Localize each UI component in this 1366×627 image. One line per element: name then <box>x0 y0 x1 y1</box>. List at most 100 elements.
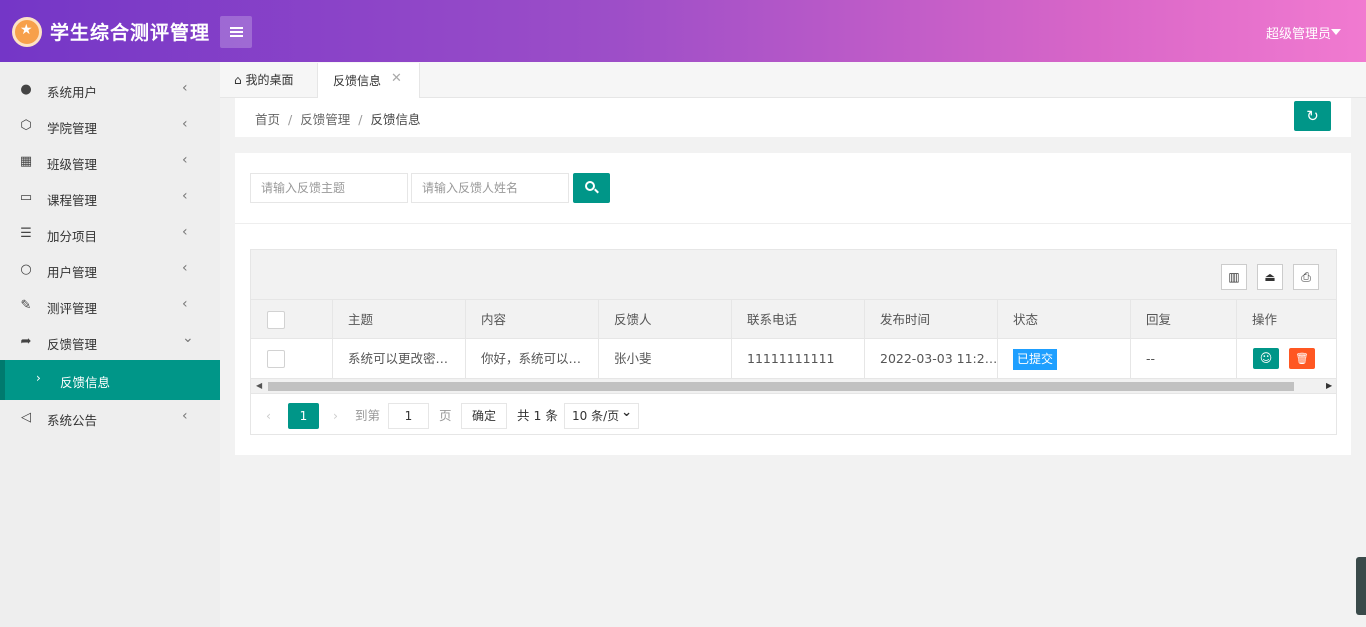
table-toolbar: ▥ ⏏ ⎙ <box>251 250 1336 300</box>
page-unit-label: 页 <box>439 408 452 423</box>
cell-status: 已提交 <box>997 339 1130 378</box>
active-indicator <box>0 360 5 400</box>
prev-page-icon[interactable]: ‹ <box>266 404 271 428</box>
sidebar-item-users[interactable]: ○ 用户管理 ‹ <box>0 252 220 288</box>
chevron-right-icon: › <box>36 371 41 385</box>
chevron-left-icon: ‹ <box>182 260 188 276</box>
print-icon[interactable]: ⎙ <box>1293 264 1319 290</box>
topic-search-input[interactable]: 请输入反馈主题 <box>250 173 408 203</box>
tab-feedback-info[interactable]: 反馈信息 ✕ <box>317 63 420 98</box>
breadcrumb-bar: 首页 / 反馈管理 / 反馈信息 ↻ <box>235 98 1351 137</box>
row-checkbox[interactable] <box>267 350 285 368</box>
sidebar-item-label: 学院管理 <box>47 121 98 136</box>
cell-topic: 系统可以更改密… <box>332 339 465 378</box>
column-header: 状态 <box>997 300 1130 339</box>
cell-actions: ☺ 🗑 <box>1236 339 1336 378</box>
sidebar-item-college[interactable]: ⬡ 学院管理 ‹ <box>0 108 220 144</box>
next-page-icon[interactable]: › <box>333 404 338 428</box>
cell-time: 2022-03-03 11:2… <box>864 339 997 378</box>
breadcrumb-separator: / <box>358 112 363 127</box>
horizontal-scrollbar[interactable]: ◀ ▶ <box>251 378 1336 393</box>
smile-icon: ☺ <box>1259 351 1273 365</box>
sidebar-subitem-feedback-info[interactable]: › 反馈信息 <box>0 360 220 400</box>
cell-reply: -- <box>1130 339 1236 378</box>
refresh-button[interactable]: ↻ <box>1294 101 1331 131</box>
reply-button[interactable]: ☺ <box>1253 348 1279 369</box>
scroll-right-icon[interactable]: ▶ <box>1326 381 1332 390</box>
search-button[interactable] <box>573 173 610 203</box>
breadcrumb-current: 反馈信息 <box>370 112 421 127</box>
chevron-left-icon: ‹ <box>182 116 188 132</box>
divider <box>235 223 1351 224</box>
edit-icon: ✎ <box>20 298 32 313</box>
page-current[interactable]: 1 <box>288 403 319 429</box>
status-badge: 已提交 <box>1013 349 1058 370</box>
chevron-left-icon: ‹ <box>182 296 188 312</box>
sidebar-item-system-users[interactable]: ● 系统用户 ‹ <box>0 72 220 108</box>
trash-icon: 🗑 <box>1295 352 1309 365</box>
app-title: 学生综合测评管理 <box>50 22 211 44</box>
name-search-input[interactable]: 请输入反馈人姓名 <box>411 173 569 203</box>
sidebar-item-bonus[interactable]: ☰ 加分项目 ‹ <box>0 216 220 252</box>
tab-home-label: 我的桌面 <box>245 73 294 87</box>
sidebar-item-feedback[interactable]: ➦ 反馈管理 ⌄ <box>0 324 220 360</box>
column-header: 操作 <box>1236 300 1336 339</box>
sidebar-item-evaluation[interactable]: ✎ 测评管理 ‹ <box>0 288 220 324</box>
side-widget[interactable] <box>1356 557 1366 615</box>
column-header: 内容 <box>465 300 598 339</box>
book-icon: ▭ <box>19 190 33 205</box>
column-header: 回复 <box>1130 300 1236 339</box>
menu-toggle-button[interactable] <box>220 16 252 48</box>
row-checkbox-cell <box>251 339 332 378</box>
grid-icon: ▦ <box>19 154 33 169</box>
sidebar-item-label: 用户管理 <box>47 265 98 280</box>
sidebar: ● 系统用户 ‹ ⬡ 学院管理 ‹ ▦ 班级管理 ‹ ▭ 课程管理 ‹ ☰ 加分… <box>0 62 220 627</box>
chevron-left-icon: ‹ <box>182 152 188 168</box>
export-icon[interactable]: ⏏ <box>1257 264 1283 290</box>
top-header: 学生综合测评管理 超级管理员 <box>0 0 1366 62</box>
column-header: 发布时间 <box>864 300 997 339</box>
page-confirm-button[interactable]: 确定 <box>461 403 507 429</box>
person-icon: ○ <box>20 262 32 277</box>
column-header: 联系电话 <box>731 300 864 339</box>
header-checkbox-cell <box>251 300 332 339</box>
columns-filter-icon[interactable]: ▥ <box>1221 264 1247 290</box>
column-header: 主题 <box>332 300 465 339</box>
cell-phone: 11111111111 <box>731 339 864 378</box>
select-all-checkbox[interactable] <box>267 311 285 329</box>
tab-home[interactable]: ⌂ 我的桌面 <box>234 71 293 88</box>
table-header: 主题 内容 反馈人 联系电话 发布时间 状态 回复 操作 <box>251 300 1336 339</box>
breadcrumb-section[interactable]: 反馈管理 <box>300 112 350 127</box>
delete-button[interactable]: 🗑 <box>1289 348 1315 369</box>
chevron-left-icon: ‹ <box>182 408 188 424</box>
close-icon[interactable]: ✕ <box>391 71 402 86</box>
page-size-select[interactable]: 10 条/页 <box>564 401 639 429</box>
chevron-left-icon: ‹ <box>182 188 188 204</box>
refresh-icon: ↻ <box>1306 107 1319 125</box>
table-row: 系统可以更改密… 你好，系统可以… 张小斐 11111111111 2022-0… <box>251 339 1336 378</box>
cube-icon: ⬡ <box>20 118 32 133</box>
user-menu[interactable]: 超级管理员 <box>1266 23 1331 42</box>
sidebar-item-course[interactable]: ▭ 课程管理 ‹ <box>0 180 220 216</box>
sidebar-item-class[interactable]: ▦ 班级管理 ‹ <box>0 144 220 180</box>
chevron-left-icon: ‹ <box>182 80 188 96</box>
breadcrumb-home[interactable]: 首页 <box>255 112 280 127</box>
sidebar-item-label: 系统公告 <box>47 413 98 428</box>
chevron-down-icon: ⌄ <box>182 330 194 346</box>
sidebar-item-announcement[interactable]: ◁ 系统公告 ‹ <box>0 400 220 436</box>
chevron-left-icon: ‹ <box>182 224 188 240</box>
sidebar-item-label: 课程管理 <box>47 193 98 208</box>
share-icon: ➦ <box>20 334 32 349</box>
speaker-icon: ◁ <box>21 410 31 425</box>
column-header: 反馈人 <box>598 300 731 339</box>
user-icon: ● <box>20 82 32 97</box>
goto-label: 到第 <box>355 408 381 423</box>
scroll-left-icon[interactable]: ◀ <box>256 381 262 390</box>
sidebar-item-label: 系统用户 <box>47 85 98 100</box>
total-count: 共 1 条 <box>517 408 558 423</box>
scroll-thumb[interactable] <box>268 382 1294 391</box>
page-input[interactable]: 1 <box>388 403 429 429</box>
tab-label: 反馈信息 <box>333 74 382 88</box>
pagination: ‹ 1 › 到第 1 页 确定 共 1 条 10 条/页 <box>251 393 1336 434</box>
caret-down-icon[interactable] <box>1331 29 1341 35</box>
